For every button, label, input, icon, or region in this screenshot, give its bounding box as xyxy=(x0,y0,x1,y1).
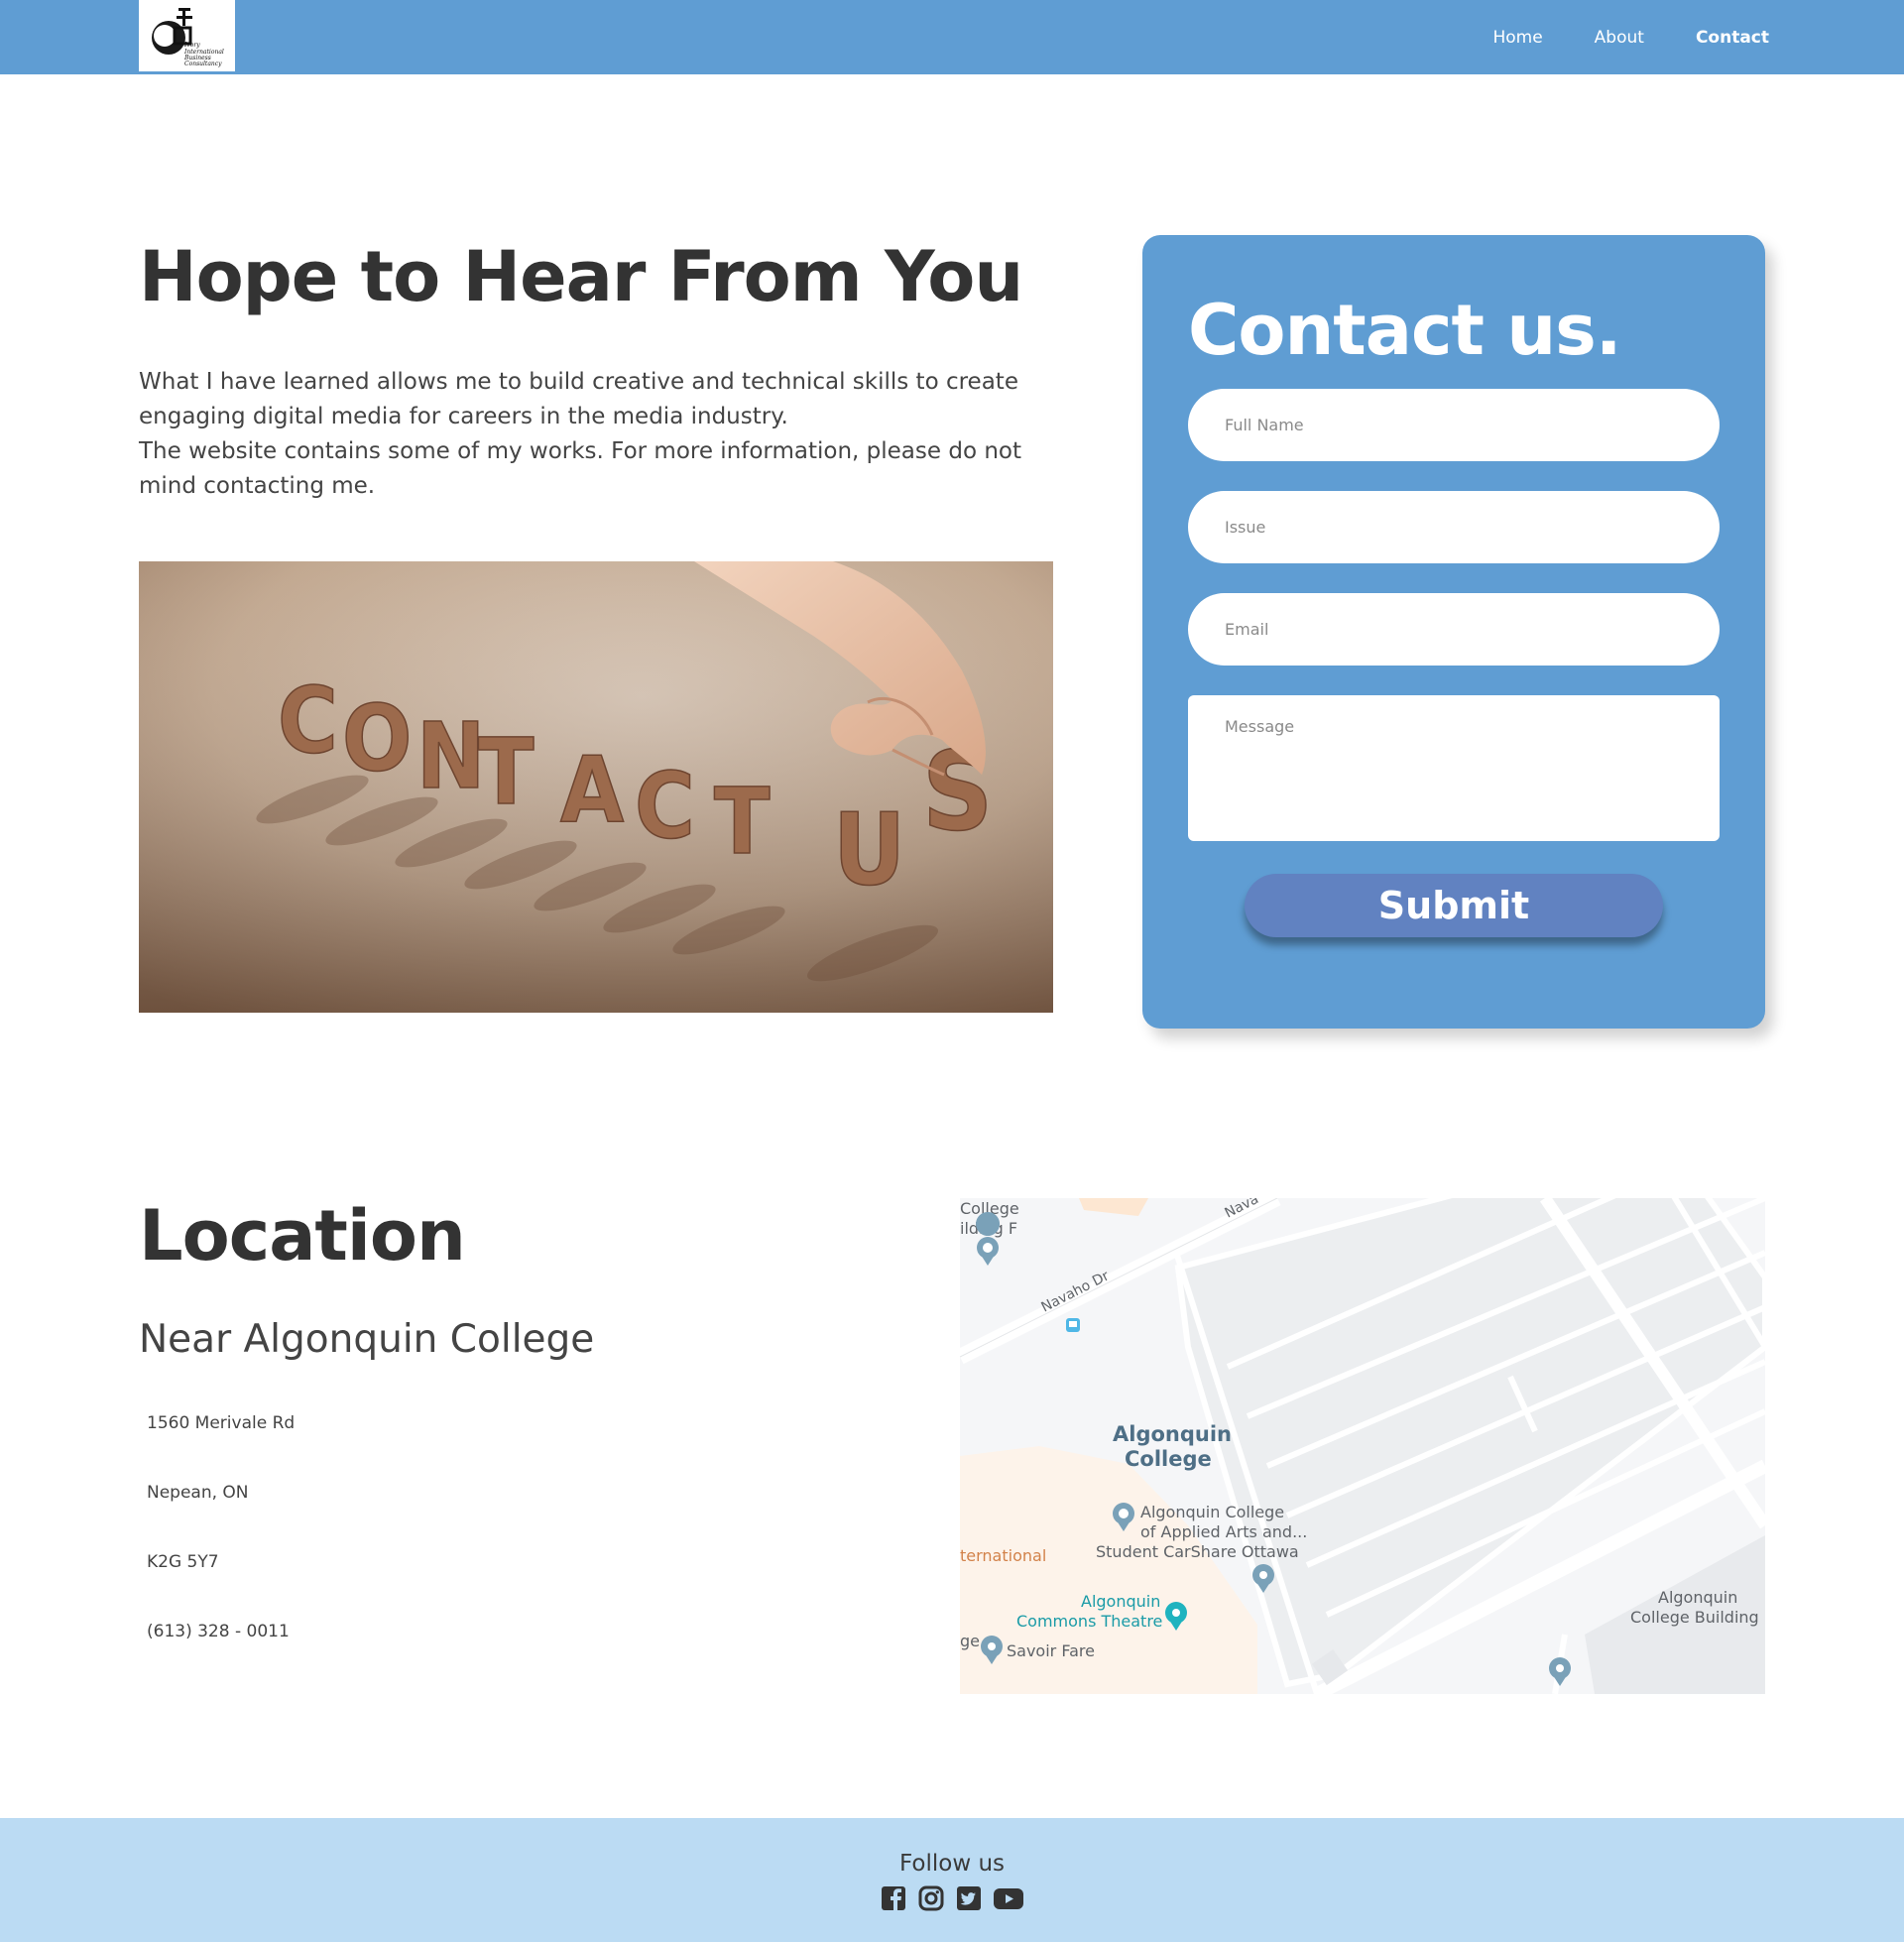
image-letter-t2: T xyxy=(714,769,771,875)
map-label-ge: ge xyxy=(960,1632,980,1650)
follow-us-label: Follow us xyxy=(898,1851,1005,1877)
map-label-building-f-right-1: Algonquin xyxy=(1658,1588,1737,1607)
youtube-icon[interactable] xyxy=(994,1885,1023,1911)
contact-us-image: C O N T A C T U S xyxy=(139,561,1053,1013)
phone-number[interactable]: (613) 328 - 0011 xyxy=(147,1622,290,1641)
image-letter-n: N xyxy=(416,703,485,809)
logo-line-4: Consultancy xyxy=(184,61,222,67)
address-city: Nepean, ON xyxy=(147,1483,249,1503)
image-letter-c2: C xyxy=(635,753,695,859)
address-street: 1560 Merivale Rd xyxy=(147,1413,296,1433)
map-label-building-f-right-2: College Building F xyxy=(1630,1608,1765,1627)
hero-title: Hope to Hear From You xyxy=(139,236,1023,317)
map-label-algonquin-college-2: College xyxy=(1125,1447,1212,1471)
map-label-algonquin-college-1: Algonquin xyxy=(1113,1422,1232,1446)
map-label-applied-arts-1: Algonquin College xyxy=(1140,1503,1284,1521)
map-label-commons-1: Algonquin xyxy=(1081,1592,1160,1611)
submit-button[interactable]: Submit xyxy=(1245,874,1663,937)
nav-about-link[interactable]: About xyxy=(1595,28,1644,48)
nav-contact-link[interactable]: Contact xyxy=(1696,28,1769,48)
hero-paragraph-1: What I have learned allows me to build c… xyxy=(139,369,1018,429)
site-logo[interactable]: Ivory International Business Consultancy xyxy=(139,0,235,71)
twitter-icon[interactable] xyxy=(956,1885,982,1911)
contact-form-title: Contact us. xyxy=(1188,290,1621,371)
location-subtitle: Near Algonquin College xyxy=(139,1317,595,1362)
image-letter-u: U xyxy=(833,791,905,908)
location-title: Location xyxy=(139,1195,466,1276)
image-letter-a: A xyxy=(560,737,624,843)
logo-line-1: Ivory xyxy=(183,42,200,49)
nav-home-link[interactable]: Home xyxy=(1492,28,1542,48)
hero-paragraph-2: The website contains some of my works. F… xyxy=(139,438,1021,499)
email-input[interactable] xyxy=(1188,593,1720,666)
address-postal-code: K2G 5Y7 xyxy=(147,1552,219,1572)
location-map[interactable]: College ilding F Navaho Dr Nava Algonqui… xyxy=(960,1198,1765,1694)
map-label-commons-2: Commons Theatre xyxy=(1016,1612,1162,1631)
map-label-savoir-fare: Savoir Fare xyxy=(1007,1641,1095,1660)
facebook-icon[interactable] xyxy=(881,1885,906,1911)
image-letter-c: C xyxy=(278,668,338,774)
social-links xyxy=(0,1885,1904,1911)
map-label-international: ternational xyxy=(960,1546,1046,1565)
hero-intro: What I have learned allows me to build c… xyxy=(139,365,1061,504)
issue-input[interactable] xyxy=(1188,491,1720,563)
map-label-carshare: Student CarShare Ottawa xyxy=(1096,1542,1299,1561)
image-letter-o: O xyxy=(342,685,412,791)
full-name-input[interactable] xyxy=(1188,389,1720,461)
instagram-icon[interactable] xyxy=(918,1885,944,1911)
navbar: Ivory International Business Consultancy… xyxy=(0,0,1904,74)
footer: Follow us xyxy=(0,1818,1904,1942)
image-letter-t: T xyxy=(478,719,535,825)
message-textarea[interactable] xyxy=(1188,695,1720,841)
contact-form-card: Contact us. Submit xyxy=(1142,235,1765,1029)
map-label-applied-arts-2: of Applied Arts and... xyxy=(1140,1522,1307,1541)
nav-links: Home About Contact xyxy=(1441,0,1769,74)
map-transit-icon[interactable] xyxy=(1066,1318,1080,1332)
